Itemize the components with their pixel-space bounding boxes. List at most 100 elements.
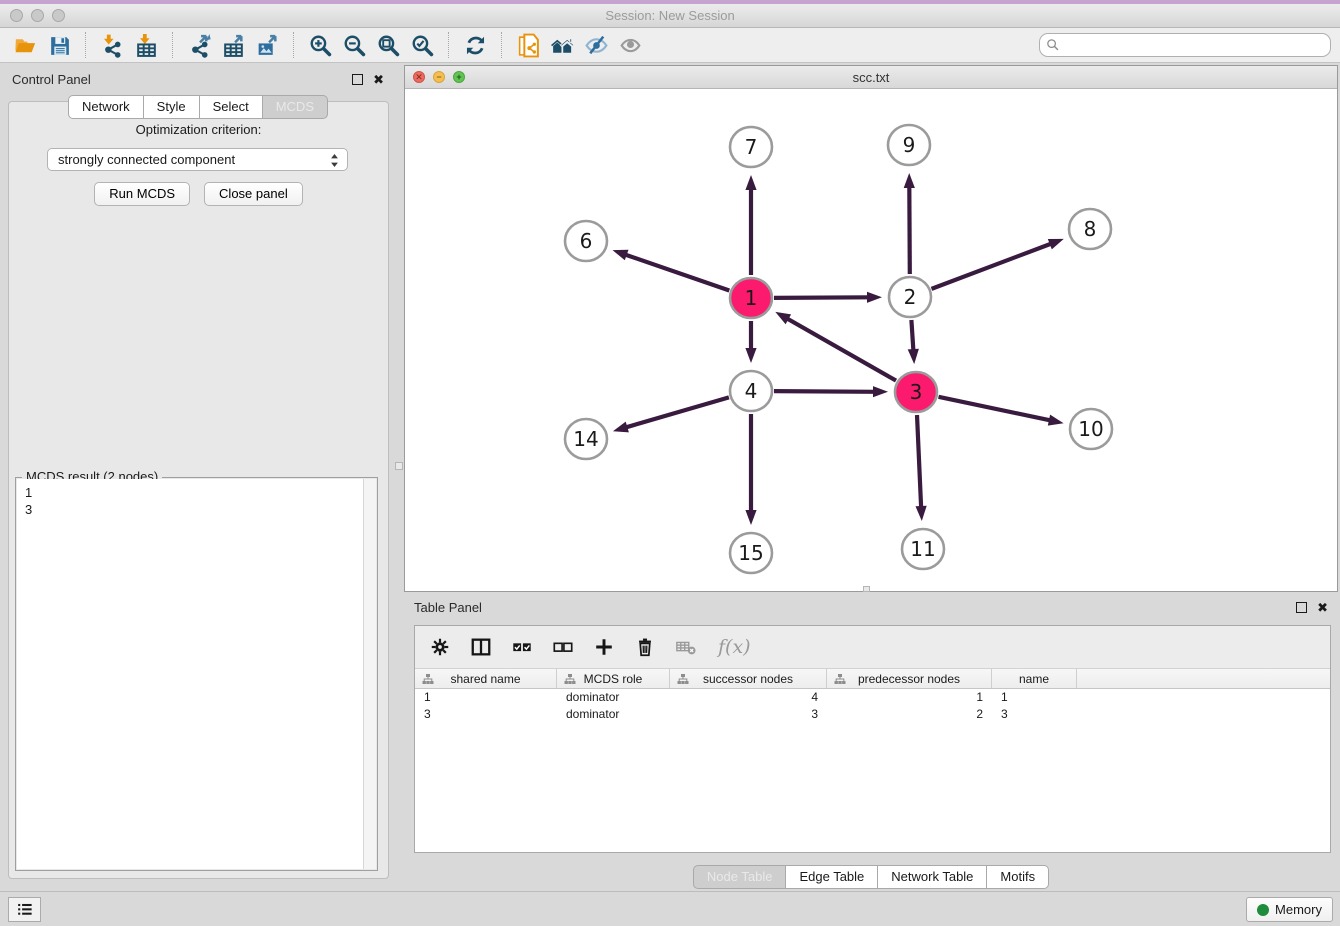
- table-cell[interactable]: 1: [827, 689, 992, 706]
- float-table-panel-icon[interactable]: [1296, 602, 1307, 613]
- tab-node-table[interactable]: Node Table: [693, 865, 787, 889]
- table-cell[interactable]: dominator: [557, 706, 670, 723]
- tab-network-table[interactable]: Network Table: [877, 865, 987, 889]
- search-field-wrap: [1039, 33, 1331, 57]
- zoom-fit-icon[interactable]: [371, 30, 405, 60]
- graph-edge-2-8[interactable]: [932, 243, 1053, 289]
- graph-edge-3-1[interactable]: [786, 318, 896, 381]
- table-cell[interactable]: 2: [827, 706, 992, 723]
- export-table-icon[interactable]: [216, 30, 250, 60]
- graph-edge-arrow-1-2: [867, 292, 882, 303]
- close-panel-button[interactable]: Close panel: [204, 182, 303, 206]
- tab-style[interactable]: Style: [143, 95, 200, 119]
- graph-edge-arrow-4-15: [745, 510, 756, 525]
- tab-network[interactable]: Network: [68, 95, 144, 119]
- hide-selected-icon[interactable]: [579, 30, 613, 60]
- close-table-panel-icon[interactable]: ✖: [1317, 602, 1328, 613]
- control-panel-header: Control Panel ✖: [2, 67, 394, 91]
- graph-node-label-7: 7: [745, 135, 758, 159]
- table-row[interactable]: 1dominator411: [415, 689, 1330, 706]
- tab-motifs[interactable]: Motifs: [986, 865, 1049, 889]
- table-row[interactable]: 3dominator323: [415, 706, 1330, 723]
- toolbar-separator: [448, 32, 449, 58]
- canvas-splitter-grip[interactable]: [863, 586, 870, 592]
- task-history-button[interactable]: [8, 897, 41, 922]
- graph-node-label-10: 10: [1078, 417, 1103, 441]
- table-panel-title: Table Panel: [414, 600, 482, 615]
- toolbar-separator: [85, 32, 86, 58]
- column-header-MCDS-role[interactable]: MCDS role: [557, 669, 670, 688]
- select-all-icon[interactable]: [509, 634, 535, 660]
- network-view-window: ✕ − + scc.txt 7968124314101511: [404, 65, 1338, 592]
- export-network-icon[interactable]: [182, 30, 216, 60]
- column-header-label: shared name: [450, 672, 520, 686]
- column-header-successor-nodes[interactable]: successor nodes: [670, 669, 827, 688]
- graph-edge-2-3[interactable]: [911, 320, 913, 352]
- float-panel-icon[interactable]: [352, 74, 363, 85]
- vertical-splitter[interactable]: [396, 63, 403, 891]
- table-cell[interactable]: 1: [992, 689, 1077, 706]
- graph-node-label-3: 3: [910, 380, 923, 404]
- split-view-icon[interactable]: [468, 634, 494, 660]
- optimization-criterion-select[interactable]: strongly connected component: [47, 148, 348, 171]
- toolbar-icon-strip: [8, 30, 647, 60]
- graph-edge-arrow-2-8: [1048, 239, 1064, 250]
- table-cell[interactable]: 1: [415, 689, 557, 706]
- import-network-icon[interactable]: [95, 30, 129, 60]
- result-line: 1: [25, 484, 368, 501]
- graph-edge-4-3[interactable]: [774, 391, 876, 392]
- close-panel-icon[interactable]: ✖: [373, 74, 384, 85]
- graph-edge-2-9[interactable]: [909, 185, 910, 274]
- graph-edge-3-11[interactable]: [917, 415, 921, 509]
- column-header-name[interactable]: name: [992, 669, 1077, 688]
- optimization-criterion-value: strongly connected component: [58, 152, 235, 167]
- new-network-from-file-icon[interactable]: [511, 30, 545, 60]
- save-session-icon[interactable]: [42, 30, 76, 60]
- network-canvas[interactable]: 7968124314101511: [405, 89, 1337, 591]
- graph-edge-arrow-2-3: [908, 349, 919, 364]
- export-image-icon[interactable]: [250, 30, 284, 60]
- graph-edge-3-10[interactable]: [939, 397, 1052, 421]
- graph-edge-arrow-4-3: [873, 386, 888, 397]
- memory-button[interactable]: Memory: [1246, 897, 1333, 922]
- column-header-label: successor nodes: [703, 672, 793, 686]
- zoom-selected-icon[interactable]: [405, 30, 439, 60]
- add-row-icon[interactable]: [591, 634, 617, 660]
- graph-node-label-4: 4: [745, 379, 758, 403]
- mcds-result-textarea[interactable]: 1 3: [17, 479, 376, 869]
- splitter-grip[interactable]: [395, 462, 403, 470]
- table-cell[interactable]: dominator: [557, 689, 670, 706]
- graph-edge-1-6[interactable]: [624, 254, 730, 290]
- first-neighbors-icon[interactable]: [545, 30, 579, 60]
- graph-edge-arrow-2-9: [904, 173, 915, 188]
- optimization-criterion-label: Optimization criterion:: [9, 122, 388, 137]
- delete-row-icon[interactable]: [632, 634, 658, 660]
- graph-edge-4-14[interactable]: [624, 397, 729, 427]
- table-cell[interactable]: 3: [670, 706, 827, 723]
- table-cell[interactable]: 3: [992, 706, 1077, 723]
- list-icon: [15, 900, 34, 919]
- column-header-shared-name[interactable]: shared name: [415, 669, 557, 688]
- column-header-predecessor-nodes[interactable]: predecessor nodes: [827, 669, 992, 688]
- zoom-in-icon[interactable]: [303, 30, 337, 60]
- function-builder-button: f(x): [718, 636, 751, 658]
- settings-icon[interactable]: [427, 634, 453, 660]
- import-table-icon[interactable]: [129, 30, 163, 60]
- tab-edge-table[interactable]: Edge Table: [785, 865, 878, 889]
- graph-edge-1-2[interactable]: [774, 297, 870, 298]
- result-scrollbar[interactable]: [363, 479, 376, 869]
- table-cell[interactable]: 3: [415, 706, 557, 723]
- run-mcds-button[interactable]: Run MCDS: [94, 182, 190, 206]
- search-input[interactable]: [1039, 33, 1331, 57]
- graph-edge-arrow-1-4: [745, 348, 756, 363]
- main-toolbar: [0, 28, 1340, 63]
- open-session-icon[interactable]: [8, 30, 42, 60]
- tab-mcds[interactable]: MCDS: [262, 95, 328, 119]
- table-cell[interactable]: 4: [670, 689, 827, 706]
- zoom-out-icon[interactable]: [337, 30, 371, 60]
- show-hidden-icon[interactable]: [613, 30, 647, 60]
- refresh-icon[interactable]: [458, 30, 492, 60]
- tab-select[interactable]: Select: [199, 95, 263, 119]
- graph-node-label-14: 14: [573, 427, 598, 451]
- deselect-all-icon[interactable]: [550, 634, 576, 660]
